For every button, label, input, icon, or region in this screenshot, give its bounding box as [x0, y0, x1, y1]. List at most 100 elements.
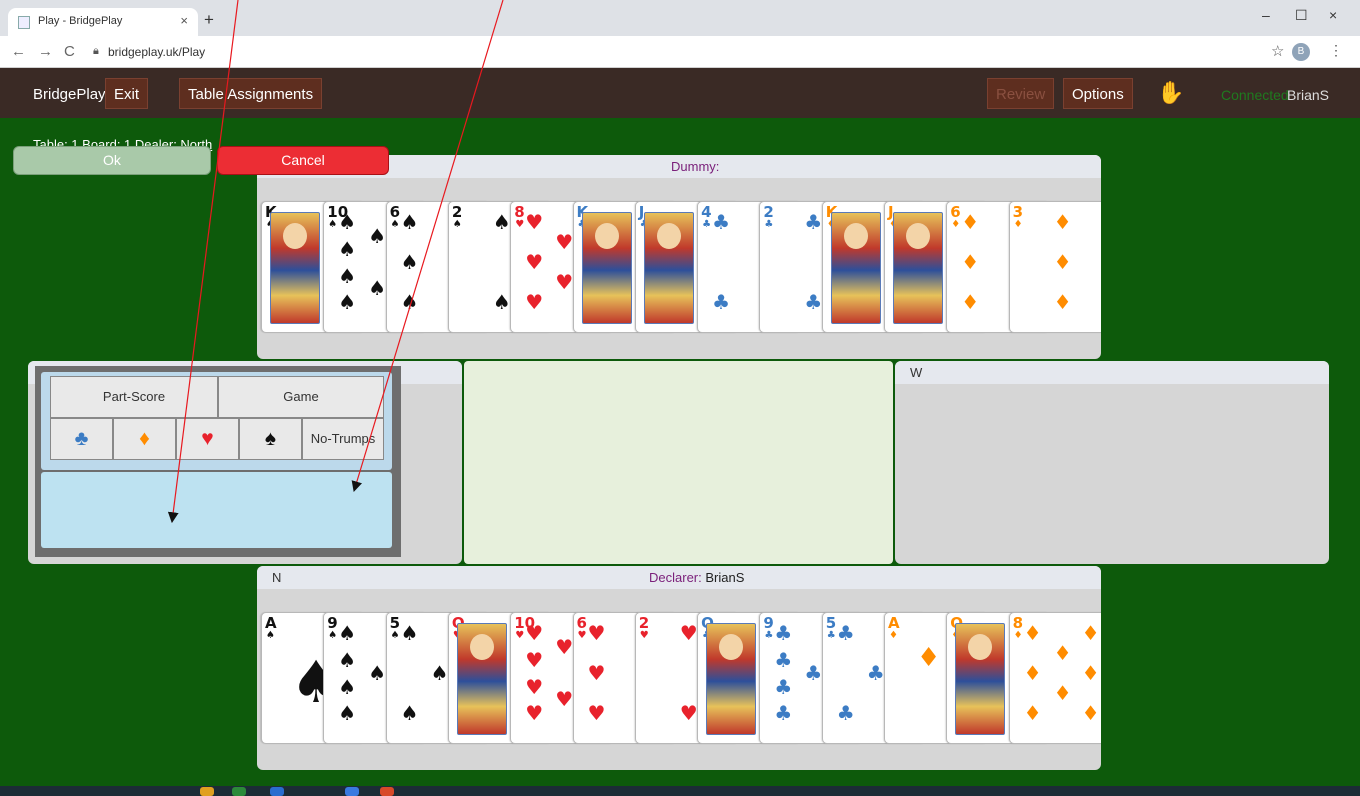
card-pip-icon: ♦ [1053, 250, 1072, 274]
cancel-button[interactable]: Cancel [217, 146, 389, 175]
forward-icon[interactable]: → [38, 43, 53, 60]
ok-button[interactable]: Ok [13, 146, 211, 175]
card-suit-index-icon: ♠ [452, 219, 462, 230]
close-tab-icon[interactable]: × [180, 13, 188, 28]
card-pip-icon: ♥ [555, 635, 574, 659]
card-pip-icon: ♦ [1081, 621, 1100, 645]
game-button[interactable]: Game [218, 376, 384, 418]
profile-avatar[interactable]: B [1292, 43, 1310, 61]
card-suit-index-icon: ♣ [702, 219, 712, 230]
exit-button[interactable]: Exit [105, 78, 149, 109]
taskbar-app-icon[interactable] [232, 787, 246, 796]
spades-button[interactable]: ♠ [239, 418, 302, 460]
court-card-face [893, 212, 943, 324]
playing-card[interactable]: 8 ♦ ♦ ♦ ♦ ♦ ♦ ♦ ♦ ♦ [1008, 612, 1101, 744]
card-pip-icon: ♦ [1053, 641, 1072, 665]
table-assignments-button[interactable]: Table Assignments [179, 78, 323, 109]
browser-tab[interactable]: Play - BridgePlay × [8, 8, 198, 36]
card-pip-icon: ♣ [774, 621, 793, 645]
back-icon[interactable]: ← [11, 43, 26, 60]
court-card-face [270, 212, 320, 324]
card-pip-icon: ♦ [1023, 661, 1042, 685]
taskbar-folder-icon[interactable] [200, 787, 214, 796]
court-card-face [643, 212, 694, 324]
connection-status: Connected [1221, 87, 1289, 103]
west-hand-panel: W [895, 361, 1329, 564]
card-pip-icon: ♣ [712, 290, 731, 314]
lock-icon: 🔒︎ [93, 45, 99, 57]
south-hand-panel: S Dummy: K♠10♠♠♠♠♠♠♠♠♠♠♠6♠♠♠♠♠♠♠2♠♠♠8♥♥♥… [257, 155, 1101, 359]
card-pip-icon: ♠ [430, 661, 449, 685]
hearts-button[interactable]: ♥ [176, 418, 239, 460]
card-pip-icon: ♠ [368, 661, 387, 685]
card-pip-icon: ♦ [1081, 661, 1100, 685]
seat-label: N [272, 570, 282, 585]
card-pip-icon: ♥ [555, 230, 574, 254]
taskbar-chrome-icon[interactable] [380, 787, 394, 796]
card-suit-index-icon: ♣ [764, 219, 774, 230]
card-suit-index-icon: ♦ [889, 630, 898, 641]
club-icon: ♣ [74, 427, 89, 450]
card-pip-icon: ♦ [917, 643, 941, 673]
new-tab-icon[interactable]: + [204, 10, 214, 30]
username-label: BrianS [1287, 87, 1330, 103]
card-pip-icon: ♥ [587, 661, 606, 685]
reload-icon[interactable]: C [64, 43, 75, 60]
card-pip-icon: ♣ [774, 675, 793, 699]
card-pip-icon: ♥ [525, 648, 544, 672]
review-button[interactable]: Review [987, 78, 1055, 109]
taskbar-app-icon[interactable] [345, 787, 359, 796]
taskbar-app-icon[interactable] [270, 787, 284, 796]
card-pip-icon: ♠ [338, 648, 357, 672]
card-pip-icon: ♣ [866, 661, 885, 685]
card-pip-icon: ♦ [961, 290, 980, 314]
court-card-face [456, 623, 507, 735]
tab-title: Play - BridgePlay [38, 15, 123, 27]
card-pip-icon: ♠ [368, 276, 387, 300]
card-pip-icon: ♠ [492, 210, 511, 234]
declarer-label: Declarer: BrianS [649, 570, 745, 585]
card-pip-icon: ♠ [400, 210, 419, 234]
bookmark-star-icon[interactable]: ☆ [1271, 42, 1284, 60]
close-window-icon[interactable]: × [1329, 7, 1337, 23]
card-pip-icon: ♠ [400, 290, 419, 314]
contract-dialog: Part-Score Game ♣ ♦ ♥ ♠ No-Trumps [35, 366, 401, 557]
card-pip-icon: ♣ [774, 648, 793, 672]
app-header: BridgePlay.uk Exit Table Assignments Rev… [0, 68, 1360, 118]
court-card-face [830, 212, 881, 324]
card-suit-index-icon: ♠ [266, 630, 275, 641]
card-pip-icon: ♣ [712, 210, 731, 234]
court-card-face [581, 212, 632, 324]
card-pip-icon: ♦ [1053, 210, 1072, 234]
north-hand-header: N Declarer: BrianS [257, 566, 1101, 589]
seat-label: W [910, 365, 923, 380]
spade-icon: ♠ [264, 427, 277, 450]
url-field[interactable]: bridgeplay.uk/Play [108, 45, 205, 59]
contract-options: Part-Score Game ♣ ♦ ♥ ♠ No-Trumps [41, 372, 392, 470]
card-pip-icon: ♣ [774, 701, 793, 725]
card-suit-index-icon: ♦ [951, 219, 961, 230]
minimize-icon[interactable]: – [1262, 7, 1270, 23]
no-trumps-button[interactable]: No-Trumps [302, 418, 384, 460]
card-pip-icon: ♠ [338, 210, 357, 234]
card-pip-icon: ♣ [804, 661, 823, 685]
card-pip-icon: ♥ [555, 270, 574, 294]
card-pip-icon: ♦ [961, 250, 980, 274]
card-suit-index-icon: ♠ [390, 219, 400, 230]
playing-card[interactable]: 3 ♦ ♦ ♦ ♦ [1008, 201, 1101, 333]
card-pip-icon: ♥ [525, 210, 544, 234]
maximize-icon[interactable]: ☐ [1295, 7, 1308, 24]
options-button[interactable]: Options [1063, 78, 1133, 109]
heart-icon: ♥ [201, 427, 214, 450]
menu-kebab-icon[interactable]: ⋮ [1329, 42, 1343, 59]
raise-hand-icon[interactable]: ✋ [1157, 80, 1184, 106]
dialog-footer [41, 472, 392, 548]
card-pip-icon: ♥ [587, 621, 606, 645]
card-pip-icon: ♥ [679, 701, 698, 725]
part-score-button[interactable]: Part-Score [50, 376, 218, 418]
diamonds-button[interactable]: ♦ [113, 418, 176, 460]
card-pip-icon: ♣ [836, 621, 855, 645]
card-pip-icon: ♦ [1023, 621, 1042, 645]
clubs-button[interactable]: ♣ [50, 418, 113, 460]
card-pip-icon: ♠ [338, 675, 357, 699]
